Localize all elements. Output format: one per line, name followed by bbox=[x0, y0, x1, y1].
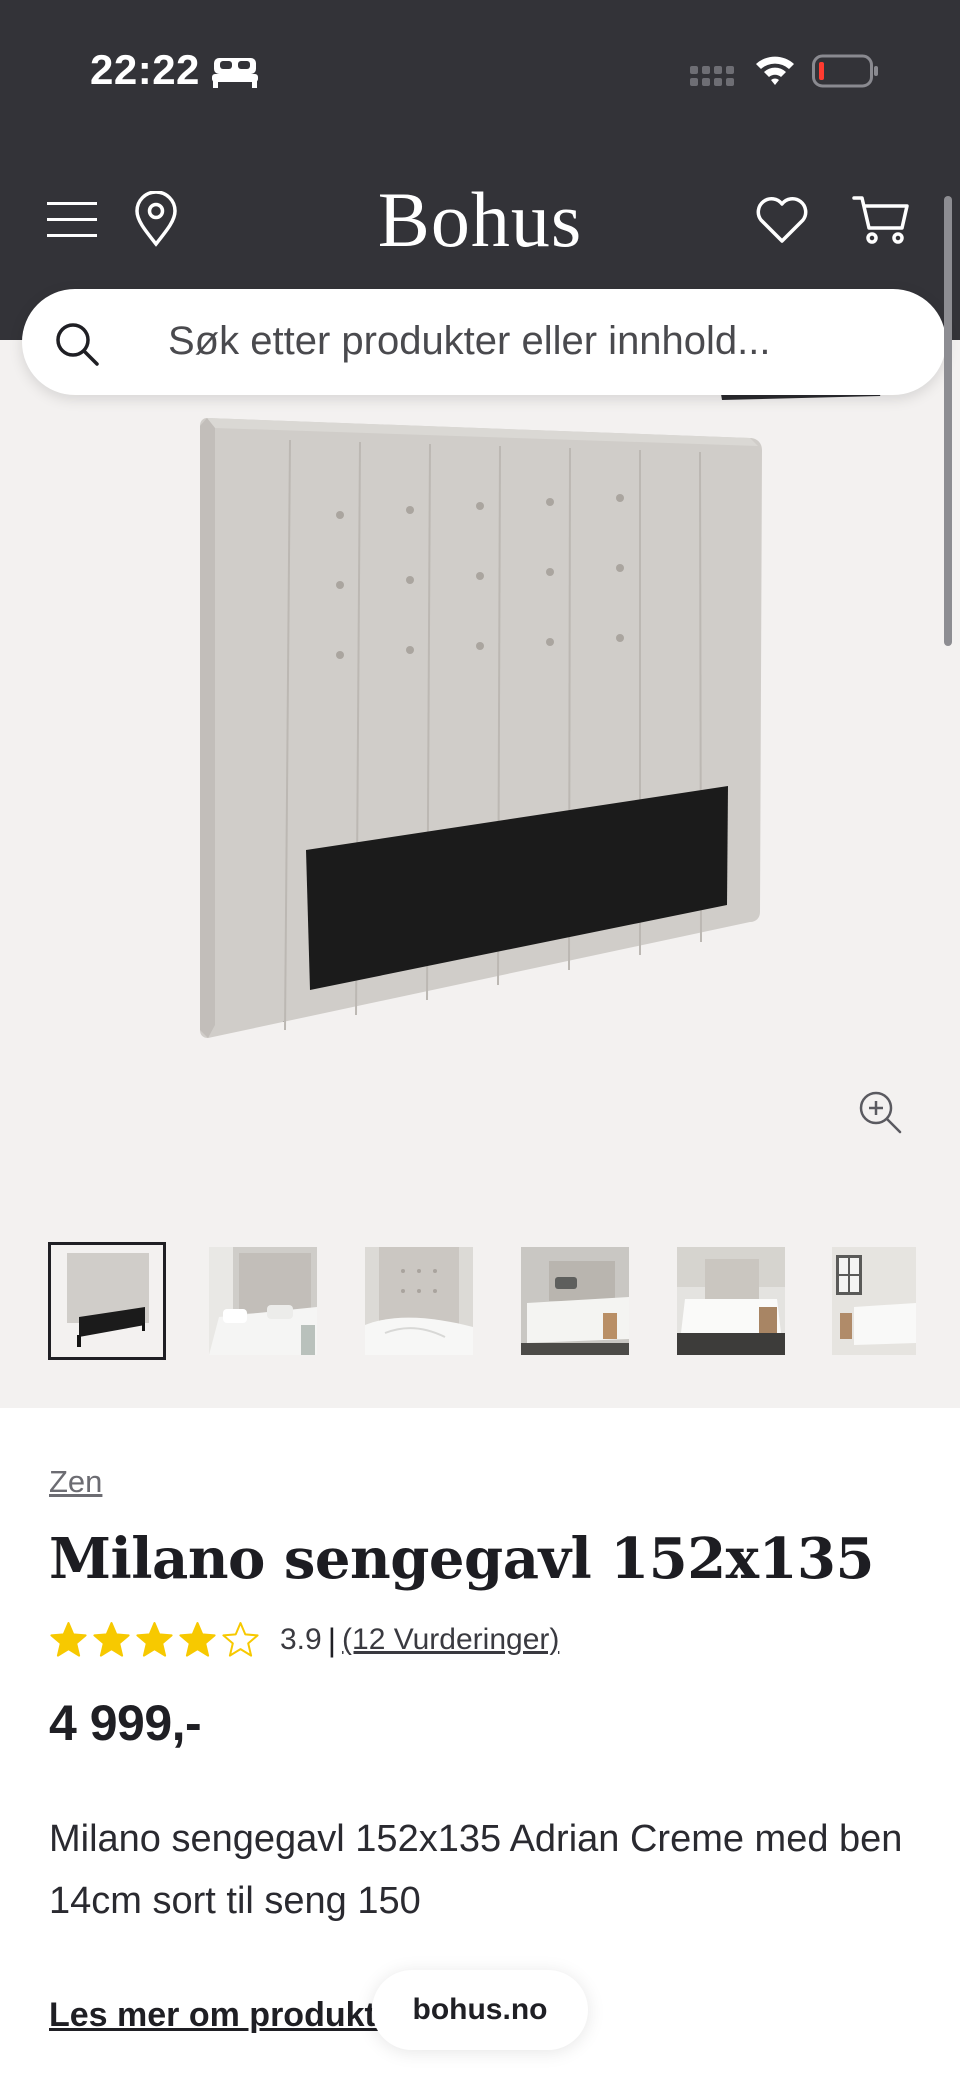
product-main-image[interactable] bbox=[0, 340, 960, 1160]
cart-button[interactable] bbox=[848, 190, 914, 250]
product-info: Zen Milano sengegavl 152x135 3.9 | (12 V… bbox=[0, 1408, 960, 2081]
product-title: Milano sengegavl 152x135 bbox=[49, 1526, 874, 1592]
thumbnail-bedroom-wide-image bbox=[521, 1247, 629, 1355]
status-time: 22:22 bbox=[90, 46, 200, 93]
location-pin-icon bbox=[135, 191, 177, 247]
star-empty-icon bbox=[222, 1621, 259, 1657]
cart-icon bbox=[852, 196, 909, 244]
search-input[interactable] bbox=[168, 313, 908, 369]
bohus-logo[interactable]: Bohus bbox=[330, 180, 630, 260]
brand-link[interactable]: Zen bbox=[49, 1464, 102, 1500]
thumbnail-1[interactable] bbox=[48, 1242, 166, 1360]
menu-button[interactable] bbox=[44, 192, 100, 248]
heart-icon bbox=[756, 197, 808, 243]
read-more-link[interactable]: Les mer om produktet bbox=[49, 1996, 406, 2035]
reviews-link[interactable]: (12 Vurderinger) bbox=[342, 1623, 559, 1657]
star-filled-icon bbox=[50, 1621, 87, 1657]
bed-icon bbox=[212, 58, 258, 88]
thumbnail-strip bbox=[48, 1242, 920, 1360]
wifi-icon bbox=[756, 56, 794, 85]
thumbnail-headboard-image bbox=[53, 1247, 161, 1355]
star-filled-icon bbox=[136, 1621, 173, 1657]
thumbnail-bed-closeup-image bbox=[365, 1247, 473, 1355]
rating-stars bbox=[49, 1621, 260, 1660]
thumbnail-5[interactable] bbox=[672, 1242, 790, 1360]
thumbnail-bedroom-image bbox=[209, 1247, 317, 1355]
wishlist-button[interactable] bbox=[752, 190, 812, 250]
status-bar: 22:22 bbox=[0, 0, 960, 140]
store-locator-button[interactable] bbox=[128, 188, 184, 250]
thumbnail-2[interactable] bbox=[204, 1242, 322, 1360]
search-icon[interactable] bbox=[52, 319, 102, 369]
zoom-in-icon bbox=[859, 1091, 902, 1134]
star-filled-icon bbox=[93, 1621, 130, 1657]
battery-icon bbox=[812, 54, 878, 88]
thumbnail-3[interactable] bbox=[360, 1242, 478, 1360]
star-filled-icon bbox=[179, 1621, 216, 1657]
zoom-button[interactable] bbox=[856, 1088, 906, 1138]
thumbnail-bedroom-window-image bbox=[832, 1247, 916, 1355]
browser-domain-pill[interactable]: bohus.no bbox=[372, 1970, 588, 2050]
thumbnail-4[interactable] bbox=[516, 1242, 634, 1360]
rating-separator: | bbox=[327, 1621, 337, 1658]
product-rating: 3.9 | (12 Vurderinger) bbox=[49, 1618, 559, 1662]
product-price: 4 999,- bbox=[49, 1695, 202, 1751]
search-bar[interactable] bbox=[22, 289, 946, 395]
thumbnail-6[interactable] bbox=[828, 1242, 920, 1360]
product-description: Milano sengegavl 152x135 Adrian Creme me… bbox=[49, 1818, 903, 1922]
product-gallery bbox=[0, 340, 960, 1408]
hamburger-icon bbox=[47, 202, 97, 237]
cellular-signal-icon bbox=[690, 66, 734, 86]
main-navigation: Bohus bbox=[0, 180, 960, 260]
thumbnail-bedroom-bright-image bbox=[677, 1247, 785, 1355]
rating-value: 3.9 bbox=[280, 1623, 322, 1656]
page-scrollbar[interactable] bbox=[944, 196, 952, 646]
